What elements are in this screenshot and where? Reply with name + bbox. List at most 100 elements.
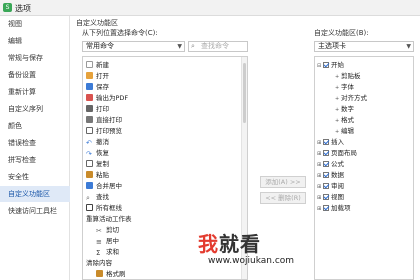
tree-item-addins[interactable]: ⊞ 加载项: [317, 203, 351, 213]
list-item-label: 复制: [96, 160, 109, 168]
sidebar-item-customize-ribbon[interactable]: 自定义功能区: [0, 186, 70, 202]
list-item[interactable]: 粘贴: [86, 170, 109, 180]
copy-icon: [86, 160, 93, 167]
quick-print-icon: [86, 116, 93, 123]
list-item-label: 直接打印: [96, 116, 122, 124]
list-item[interactable]: 合并居中: [86, 181, 122, 191]
list-item[interactable]: 新建: [86, 60, 109, 70]
list-item[interactable]: 格式刷: [96, 269, 126, 279]
list-item[interactable]: Σ 求和: [96, 247, 119, 257]
undo-icon: ↶: [86, 139, 92, 147]
list-item[interactable]: 打印: [86, 104, 109, 114]
tree-item-group[interactable]: + 剪贴板: [335, 71, 361, 81]
checkbox-insert[interactable]: [323, 139, 329, 145]
checkbox-view[interactable]: [323, 194, 329, 200]
search-icon: ⌕: [191, 42, 195, 50]
list-item[interactable]: 打印预览: [86, 126, 122, 136]
watermark-text-dark: 就看: [219, 232, 261, 256]
command-source-select[interactable]: 常用命令 ▼: [82, 41, 185, 52]
list-item[interactable]: 所有框线: [86, 203, 122, 213]
command-source-value: 常用命令: [86, 42, 114, 50]
sidebar-item-general-save[interactable]: 常规与保存: [0, 50, 70, 66]
format-painter-icon: [96, 270, 103, 277]
list-item-label: 格式刷: [106, 270, 126, 278]
list-item-label: 求和: [106, 248, 119, 256]
sidebar-item-error-check[interactable]: 错误检查: [0, 135, 70, 151]
tree-item-label: 页面布局: [331, 149, 357, 157]
list-item-label: 撤消: [96, 138, 109, 146]
command-search-input[interactable]: ⌕ 查找命令: [188, 41, 248, 52]
tree-item-group[interactable]: + 格式: [335, 115, 354, 125]
tree-item-label: 公式: [331, 160, 344, 168]
list-item[interactable]: ≡ 居中: [96, 236, 119, 246]
print-icon: [86, 105, 93, 112]
tree-item-insert[interactable]: ⊞ 插入: [317, 137, 344, 147]
sidebar-item-custom-list[interactable]: 自定义序列: [0, 101, 70, 117]
chevron-down-icon: ▼: [406, 43, 411, 50]
tree-item-label: 格式: [341, 116, 354, 124]
list-item[interactable]: 保存: [86, 82, 109, 92]
sidebar-item-quick-access[interactable]: 快速访问工具栏: [0, 203, 70, 219]
list-item[interactable]: 直接打印: [86, 115, 122, 125]
checkbox-formulas[interactable]: [323, 161, 329, 167]
list-item-label: 清除内容: [86, 259, 112, 267]
pdf-icon: [86, 94, 93, 101]
tree-item-group[interactable]: + 字体: [335, 82, 354, 92]
list-item[interactable]: 打开: [86, 71, 109, 81]
sidebar-item-recalc[interactable]: 重新计算: [0, 84, 70, 100]
tree-item-page-layout[interactable]: ⊞ 页面布局: [317, 148, 357, 158]
print-preview-icon: [86, 127, 93, 134]
list-item[interactable]: ↶ 撤消: [86, 137, 109, 147]
add-button[interactable]: 添加(A) >>: [260, 176, 306, 188]
ribbon-tabs-select[interactable]: 主选项卡 ▼: [314, 41, 414, 52]
new-doc-icon: [86, 61, 93, 68]
sidebar-item-view[interactable]: 视图: [0, 16, 70, 32]
checkbox-data[interactable]: [323, 172, 329, 178]
sidebar-item-color[interactable]: 颜色: [0, 118, 70, 134]
list-item[interactable]: ✂ 剪切: [96, 225, 119, 235]
list-item[interactable]: 输出为PDF: [86, 93, 128, 103]
list-item-label: 输出为PDF: [96, 94, 129, 102]
tree-item-formulas[interactable]: ⊞ 公式: [317, 159, 344, 169]
borders-icon: [86, 204, 93, 211]
redo-icon: ↷: [86, 150, 92, 158]
list-item-label: 新建: [96, 61, 109, 69]
list-item[interactable]: 重算活动工作表: [86, 214, 132, 224]
sidebar-item-spell-check[interactable]: 拼写检查: [0, 152, 70, 168]
checkbox-review[interactable]: [323, 183, 329, 189]
cut-icon: ✂: [96, 227, 102, 235]
list-item[interactable]: 清除内容: [86, 258, 112, 268]
sidebar-item-edit[interactable]: 编辑: [0, 33, 70, 49]
sidebar-item-security[interactable]: 安全性: [0, 169, 70, 185]
list-item-label: 重算活动工作表: [86, 215, 132, 223]
watermark-text-red: 我: [198, 232, 219, 256]
list-item[interactable]: ↷ 恢复: [86, 148, 109, 158]
search-placeholder: 查找命令: [201, 42, 229, 50]
list-item-label: 打印预览: [96, 127, 122, 135]
list-item[interactable]: ⌕ 查找: [86, 192, 109, 202]
tree-item-group[interactable]: + 编辑: [335, 126, 354, 136]
tree-item-review[interactable]: ⊞ 审阅: [317, 181, 344, 191]
tree-item-label: 字体: [341, 83, 354, 91]
tree-item-data[interactable]: ⊞ 数据: [317, 170, 344, 180]
tree-item-home[interactable]: ⊟ 开始: [317, 60, 344, 70]
list-item[interactable]: 复制: [86, 159, 109, 169]
tree-item-label: 数据: [331, 171, 344, 179]
tree-item-view[interactable]: ⊞ 视图: [317, 192, 344, 202]
watermark-logo-text: 我就看: [198, 228, 261, 257]
paste-icon: [86, 171, 93, 178]
title-bar: S 选项: [0, 0, 420, 16]
scrollbar-thumb[interactable]: [243, 63, 246, 123]
customize-ribbon-label: 自定义功能区(B):: [314, 29, 369, 37]
sidebar-item-backup[interactable]: 备份设置: [0, 67, 70, 83]
ribbon-tree[interactable]: ⊟ 开始 + 剪贴板 + 字体 + 对齐方式 + 数字 + 格式 + 编辑 ⊞ 插入 ⊞ 页面布局…: [314, 56, 414, 280]
checkbox-home[interactable]: [323, 62, 329, 68]
checkbox-addins[interactable]: [323, 205, 329, 211]
remove-button[interactable]: << 删除(R): [260, 192, 306, 204]
tree-item-group[interactable]: + 数字: [335, 104, 354, 114]
tree-item-label: 编辑: [341, 127, 354, 135]
merge-center-icon: [86, 182, 93, 189]
save-icon: [86, 83, 93, 90]
tree-item-group[interactable]: + 对齐方式: [335, 93, 367, 103]
checkbox-page-layout[interactable]: [323, 150, 329, 156]
